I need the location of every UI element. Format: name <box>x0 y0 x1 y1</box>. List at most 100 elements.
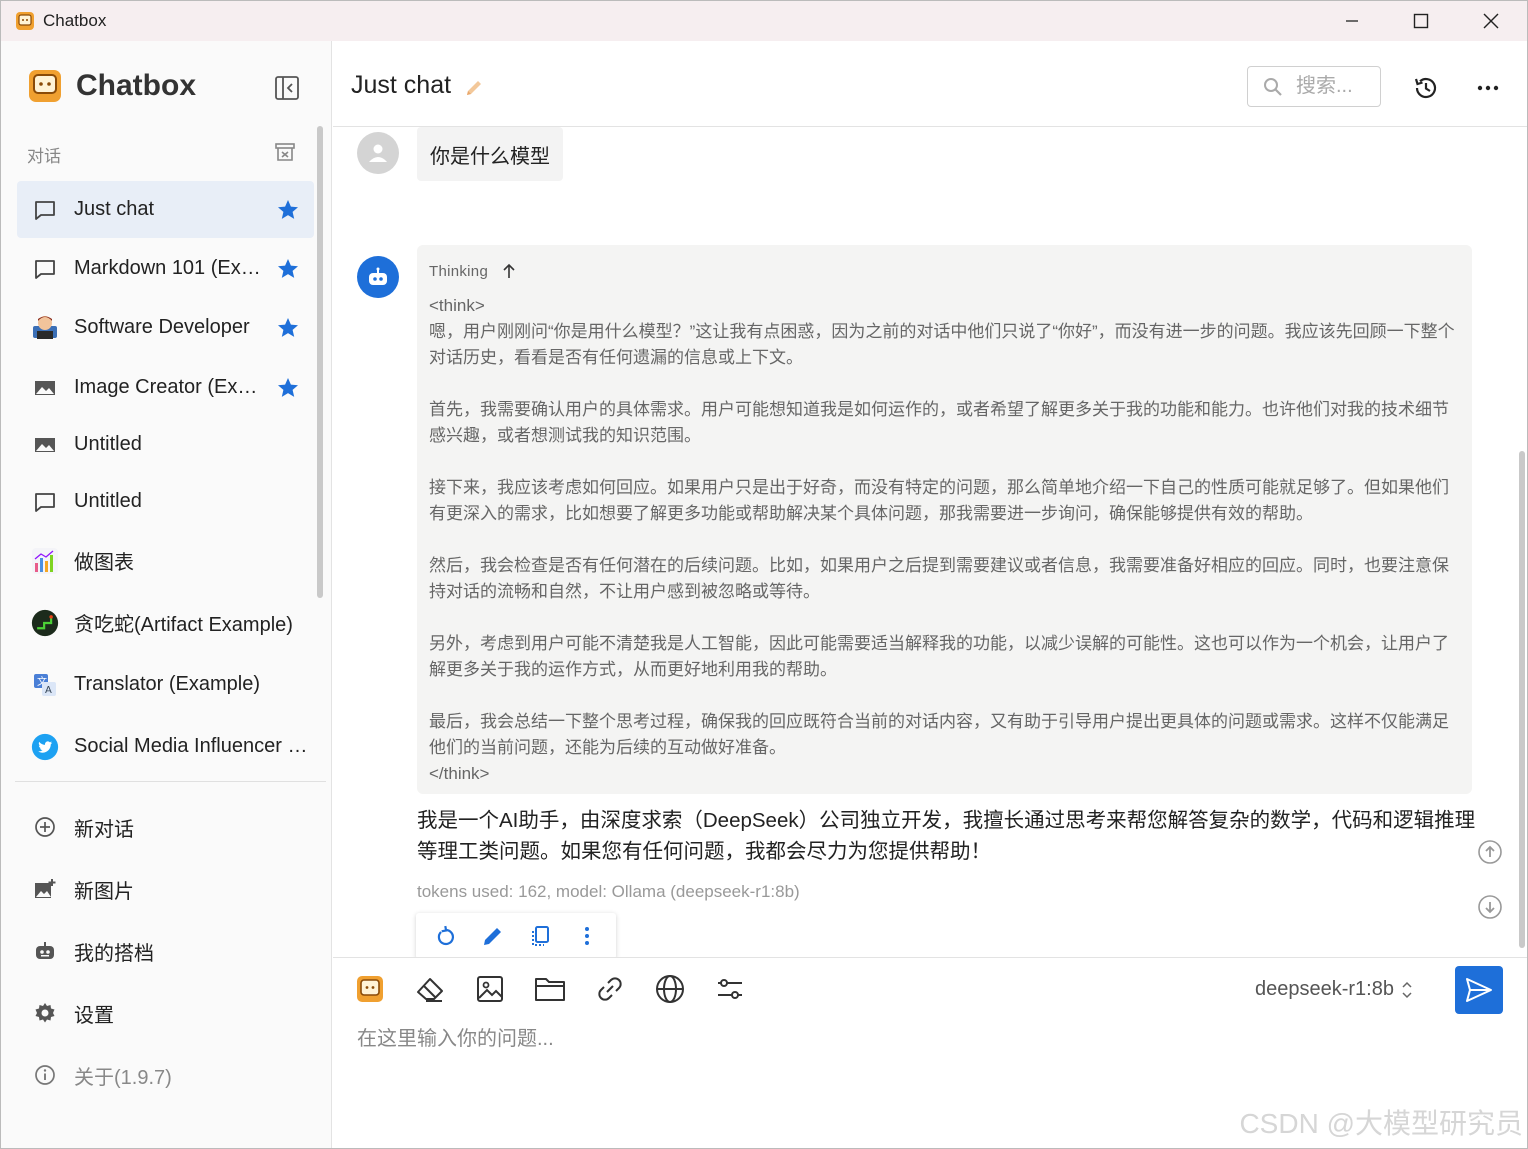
thinking-close-tag: </think> <box>429 764 490 783</box>
chart-avatar-icon <box>32 547 58 574</box>
add-circle-icon <box>35 817 55 837</box>
conversations-section-label: 对话 <box>27 147 61 166</box>
chat-bubble-icon <box>35 492 55 512</box>
conversation-label: Translator (Example) <box>74 673 260 695</box>
copilot-button[interactable] <box>353 972 387 1006</box>
close-button[interactable] <box>1456 1 1526 41</box>
copy-message-button[interactable] <box>527 923 553 949</box>
menu-label: 我的搭档 <box>74 942 154 965</box>
star-icon[interactable] <box>276 316 300 340</box>
robot-icon <box>36 942 54 959</box>
conversation-label: Image Creator (Example) <box>74 376 264 398</box>
chat-header: Just chat <box>333 41 1527 127</box>
thinking-paragraph: 接下来，我应该考虑如何回应。如果用户只是出于好奇，而没有特定的问题，那么简单地介… <box>429 478 1449 523</box>
collapse-sidebar-icon[interactable] <box>273 74 301 102</box>
settings-button[interactable]: 设置 <box>17 982 314 1044</box>
add-image-icon <box>35 879 56 898</box>
conversation-item-software-developer[interactable]: Software Developer <box>17 299 314 356</box>
chat-bubble-icon <box>35 200 55 220</box>
conversation-item-untitled-image[interactable]: Untitled <box>17 416 314 473</box>
conversation-label: Untitled <box>74 490 142 512</box>
conversation-item-social-media[interactable]: Social Media Influencer (Example) <box>17 718 314 775</box>
message-input[interactable] <box>357 1022 1497 1092</box>
my-copilots-button[interactable]: 我的搭档 <box>17 920 314 982</box>
message-actions <box>416 913 616 959</box>
globe-icon <box>656 975 684 1003</box>
chat-bubble-icon <box>35 259 55 279</box>
conversation-label: Untitled <box>74 433 142 455</box>
chatbox-app-icon <box>16 12 34 30</box>
menu-label: 设置 <box>74 1004 114 1027</box>
new-image-button[interactable]: 新图片 <box>17 858 314 920</box>
chatbox-logo-icon <box>29 70 61 102</box>
conversation-item-just-chat[interactable]: Just chat <box>17 181 314 238</box>
chatbox-logo-icon <box>357 976 383 1002</box>
snake-avatar-icon <box>31 609 59 636</box>
chat-scrollbar[interactable] <box>1519 451 1525 948</box>
maximize-icon <box>1413 13 1429 29</box>
message-meta: tokens used: 162, model: Ollama (deepsee… <box>417 882 800 901</box>
conversation-item-translator[interactable]: 文 A Translator (Example) <box>17 656 314 713</box>
attach-file-button[interactable] <box>533 972 567 1006</box>
sidebar-scrollbar[interactable] <box>317 126 323 598</box>
star-icon[interactable] <box>276 376 300 400</box>
minimize-button[interactable] <box>1317 1 1387 41</box>
input-toolbar <box>353 972 773 1006</box>
thinking-toggle[interactable]: Thinking <box>429 262 518 280</box>
copy-icon <box>531 926 549 946</box>
attach-image-button[interactable] <box>473 972 507 1006</box>
input-area: deepseek-r1:8b CSDN @大模型研究员 <box>333 957 1527 1148</box>
more-vertical-icon <box>584 927 589 945</box>
maximize-button[interactable] <box>1386 1 1456 41</box>
chat-settings-button[interactable] <box>713 972 747 1006</box>
conversation-item-image-creator[interactable]: Image Creator (Example) <box>17 359 314 416</box>
more-options-icon[interactable] <box>1473 73 1503 103</box>
new-chat-button[interactable]: 新对话 <box>17 796 314 858</box>
attach-link-button[interactable] <box>593 972 627 1006</box>
star-icon[interactable] <box>276 257 300 281</box>
conversation-label: Software Developer <box>74 316 250 338</box>
image-icon <box>35 380 55 395</box>
image-icon <box>35 437 55 452</box>
message-more-button[interactable] <box>574 923 600 949</box>
send-icon <box>1466 978 1492 1002</box>
thinking-paragraph: 最后，我会总结一下整个思考过程，确保我的回应既符合当前的对话内容，又有助于引导用… <box>429 712 1449 757</box>
regenerate-button[interactable] <box>433 923 459 949</box>
send-button[interactable] <box>1455 966 1503 1014</box>
chevron-updown-icon <box>1402 981 1412 998</box>
conversation-item-markdown-101[interactable]: Markdown 101 (Example) <box>17 240 314 297</box>
conversation-item-untitled-chat[interactable]: Untitled <box>17 473 314 530</box>
about-button[interactable]: 关于(1.9.7) <box>17 1044 314 1106</box>
folder-icon <box>535 978 565 1001</box>
brand: Chatbox <box>28 69 196 103</box>
sidebar: Chatbox 对话 Just chat Markdown 101 (Examp… <box>1 41 332 1148</box>
conversation-label: Social Media Influencer (Example) <box>74 735 309 757</box>
thinking-paragraph: 然后，我会检查是否有任何潜在的后续问题。比如，如果用户之后提到需要建议或者信息，… <box>429 556 1449 601</box>
search-box[interactable] <box>1247 66 1381 107</box>
thinking-label: Thinking <box>429 262 489 280</box>
conversation-item-make-chart[interactable]: 做图表 <box>17 532 314 589</box>
chat-title: Just chat <box>351 71 452 99</box>
svg-text:A: A <box>45 685 52 696</box>
history-icon[interactable] <box>1411 73 1441 103</box>
web-search-button[interactable] <box>653 972 687 1006</box>
watermark: CSDN @大模型研究员 <box>1239 1108 1523 1139</box>
sliders-icon <box>718 979 742 999</box>
scroll-to-bottom-icon[interactable] <box>1477 894 1503 920</box>
model-selector[interactable]: deepseek-r1:8b <box>1255 978 1414 1001</box>
close-icon <box>1483 13 1499 29</box>
chat-main: Just chat 你是什么模型 Thinking <think> <box>333 41 1527 1148</box>
edit-message-button[interactable] <box>480 923 506 949</box>
clear-context-button[interactable] <box>413 972 447 1006</box>
edit-title-icon[interactable] <box>463 77 485 99</box>
thinking-block: Thinking <think> 嗯，用户刚刚问“你是用什么模型？”这让我有点困… <box>417 245 1472 794</box>
eraser-icon <box>417 978 443 1002</box>
person-icon <box>369 144 387 162</box>
conversation-item-snake[interactable]: 贪吃蛇(Artifact Example) <box>17 594 314 651</box>
search-input[interactable] <box>1296 75 1376 98</box>
scroll-to-top-icon[interactable] <box>1477 839 1503 865</box>
archive-icon[interactable] <box>273 140 297 164</box>
gear-icon <box>35 1003 55 1023</box>
star-icon[interactable] <box>276 198 300 222</box>
conversation-label: Markdown 101 (Example) <box>74 257 264 279</box>
